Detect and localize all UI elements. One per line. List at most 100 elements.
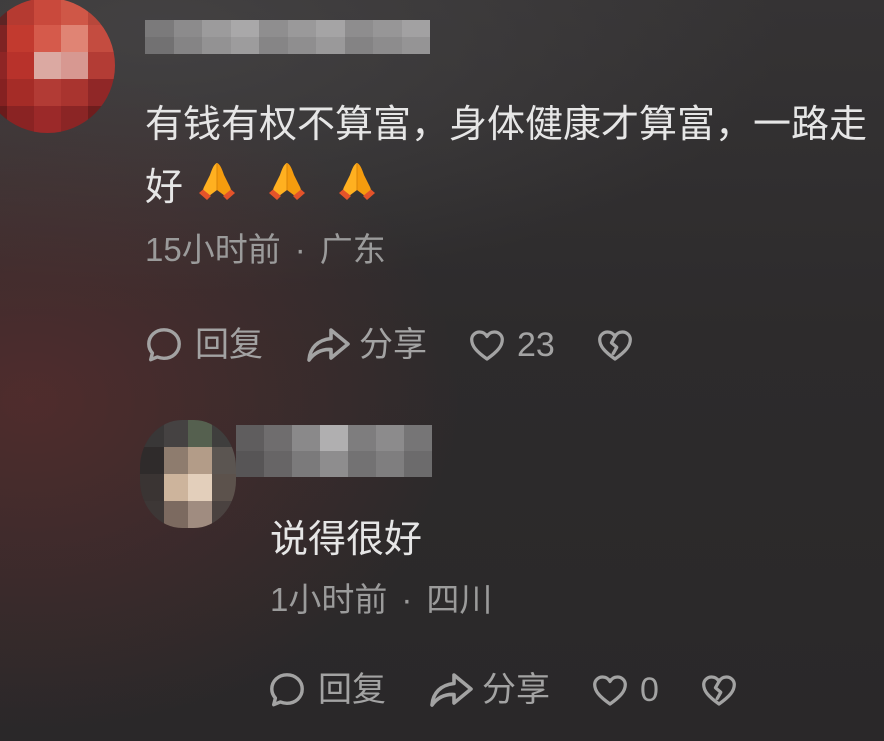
- reply-time: 1小时前: [270, 581, 388, 618]
- reply-label: 回复: [318, 671, 386, 709]
- avatar-mosaic-tile: [188, 501, 212, 528]
- comment-bubble-icon: [147, 328, 181, 362]
- avatar-mosaic-tile: [164, 474, 188, 501]
- username-mosaic-tile: [344, 37, 373, 54]
- username-mosaic-tile: [292, 451, 320, 477]
- username-mosaic-tile: [264, 425, 292, 451]
- share-button[interactable]: 分享: [428, 670, 550, 710]
- share-label: 分享: [359, 326, 427, 364]
- avatar-mosaic-tile: [212, 420, 236, 447]
- dislike-button[interactable]: [597, 329, 633, 362]
- username-mosaic-tile: [404, 451, 432, 477]
- username-blurred[interactable]: [145, 20, 430, 54]
- avatar-mosaic-tile: [7, 79, 34, 106]
- comment-meta: 15小时前 · 广东: [145, 232, 386, 268]
- heart-outline-icon: [470, 329, 504, 361]
- avatar-mosaic-tile: [88, 79, 115, 106]
- avatar-mosaic-tile: [0, 106, 7, 133]
- avatar-mosaic-tile: [61, 0, 88, 25]
- reply-avatar[interactable]: [140, 420, 236, 528]
- username-mosaic-tile: [264, 451, 292, 477]
- avatar-mosaic-tile: [34, 0, 61, 25]
- username-mosaic-tile: [348, 425, 376, 451]
- heart-outline-icon: [593, 674, 627, 706]
- avatar-mosaic-tile: [88, 52, 115, 79]
- share-button[interactable]: 分享: [305, 325, 427, 365]
- avatar-mosaic-tile: [164, 447, 188, 474]
- avatar-mosaic-tile: [34, 79, 61, 106]
- meta-separator: ·: [294, 231, 306, 268]
- comment-emojis: [183, 163, 379, 209]
- username-mosaic-tile: [259, 37, 288, 54]
- username-mosaic-tile: [292, 425, 320, 451]
- avatar-mosaic-tile: [61, 25, 88, 52]
- avatar-mosaic-tile: [212, 501, 236, 528]
- avatar-mosaic-tile: [7, 52, 34, 79]
- username-mosaic-tile: [173, 20, 202, 37]
- avatar-mosaic-tile: [7, 0, 34, 25]
- reply-meta: 1小时前 · 四川: [270, 582, 492, 618]
- username-mosaic-tile: [376, 425, 404, 451]
- username-mosaic-tile: [145, 20, 174, 37]
- broken-heart-icon: [702, 674, 736, 706]
- avatar-mosaic-tile: [0, 79, 7, 106]
- username-mosaic-tile: [373, 20, 402, 37]
- reply-text: 说得很好: [270, 519, 423, 561]
- avatar-mosaic-tile: [88, 25, 115, 52]
- avatar-mosaic-tile: [140, 447, 164, 474]
- avatar-mosaic-tile: [0, 0, 7, 25]
- username-mosaic-tile: [316, 20, 345, 37]
- reply-location: 四川: [426, 581, 493, 618]
- avatar-mosaic-tile: [140, 501, 164, 528]
- avatar-mosaic-tile: [88, 106, 115, 133]
- avatar-mosaic-tile: [34, 25, 61, 52]
- username-mosaic-tile: [230, 37, 259, 54]
- avatar-mosaic-tile: [212, 447, 236, 474]
- username-mosaic-tile: [348, 451, 376, 477]
- reply-button[interactable]: 回复: [145, 325, 263, 365]
- like-button[interactable]: 23: [469, 325, 555, 365]
- username-mosaic-tile: [287, 37, 316, 54]
- reply-button[interactable]: 回复: [268, 670, 386, 710]
- username-mosaic-tile: [145, 37, 174, 54]
- username-mosaic-tile: [236, 451, 264, 477]
- avatar-mosaic-tile: [7, 106, 34, 133]
- avatar-mosaic-tile: [188, 447, 212, 474]
- comment-time: 15小时前: [145, 231, 281, 268]
- like-count: 23: [517, 326, 555, 364]
- avatar-mosaic-tile: [0, 52, 7, 79]
- username-mosaic-tile: [404, 425, 432, 451]
- comment-location: 广东: [319, 231, 386, 268]
- share-arrow-icon: [307, 328, 350, 362]
- avatar-mosaic-tile: [61, 52, 88, 79]
- username-mosaic-tile: [202, 20, 231, 37]
- like-button[interactable]: 0: [592, 670, 659, 710]
- avatar-mosaic-tile: [61, 79, 88, 106]
- username-mosaic-tile: [344, 20, 373, 37]
- avatar-mosaic-tile: [164, 420, 188, 447]
- avatar[interactable]: [0, 0, 115, 133]
- reply-username-blurred[interactable]: [236, 425, 432, 477]
- username-mosaic-tile: [320, 451, 348, 477]
- avatar-mosaic-tile: [188, 474, 212, 501]
- username-mosaic-tile: [173, 37, 202, 54]
- folded-hands-icon: [265, 160, 309, 204]
- reply-label: 回复: [195, 326, 263, 364]
- reply-actions: 回复 分享 0: [268, 670, 737, 710]
- username-mosaic-tile: [287, 20, 316, 37]
- username-mosaic-tile: [236, 425, 264, 451]
- comment-body: 有钱有权不算富，身体健康才算富，一路走好: [145, 94, 883, 220]
- dislike-button[interactable]: [701, 674, 737, 707]
- avatar-mosaic-tile: [34, 52, 61, 79]
- avatar-mosaic-tile: [88, 0, 115, 25]
- username-mosaic-tile: [401, 37, 430, 54]
- username-mosaic-tile: [316, 37, 345, 54]
- like-count: 0: [640, 671, 659, 709]
- username-mosaic-tile: [401, 20, 430, 37]
- broken-heart-icon: [597, 329, 632, 361]
- share-arrow-icon: [430, 673, 473, 707]
- avatar-mosaic-tile: [140, 474, 164, 501]
- avatar-mosaic-tile: [0, 25, 7, 52]
- avatar-mosaic-tile: [34, 106, 61, 133]
- avatar-mosaic-tile: [61, 106, 88, 133]
